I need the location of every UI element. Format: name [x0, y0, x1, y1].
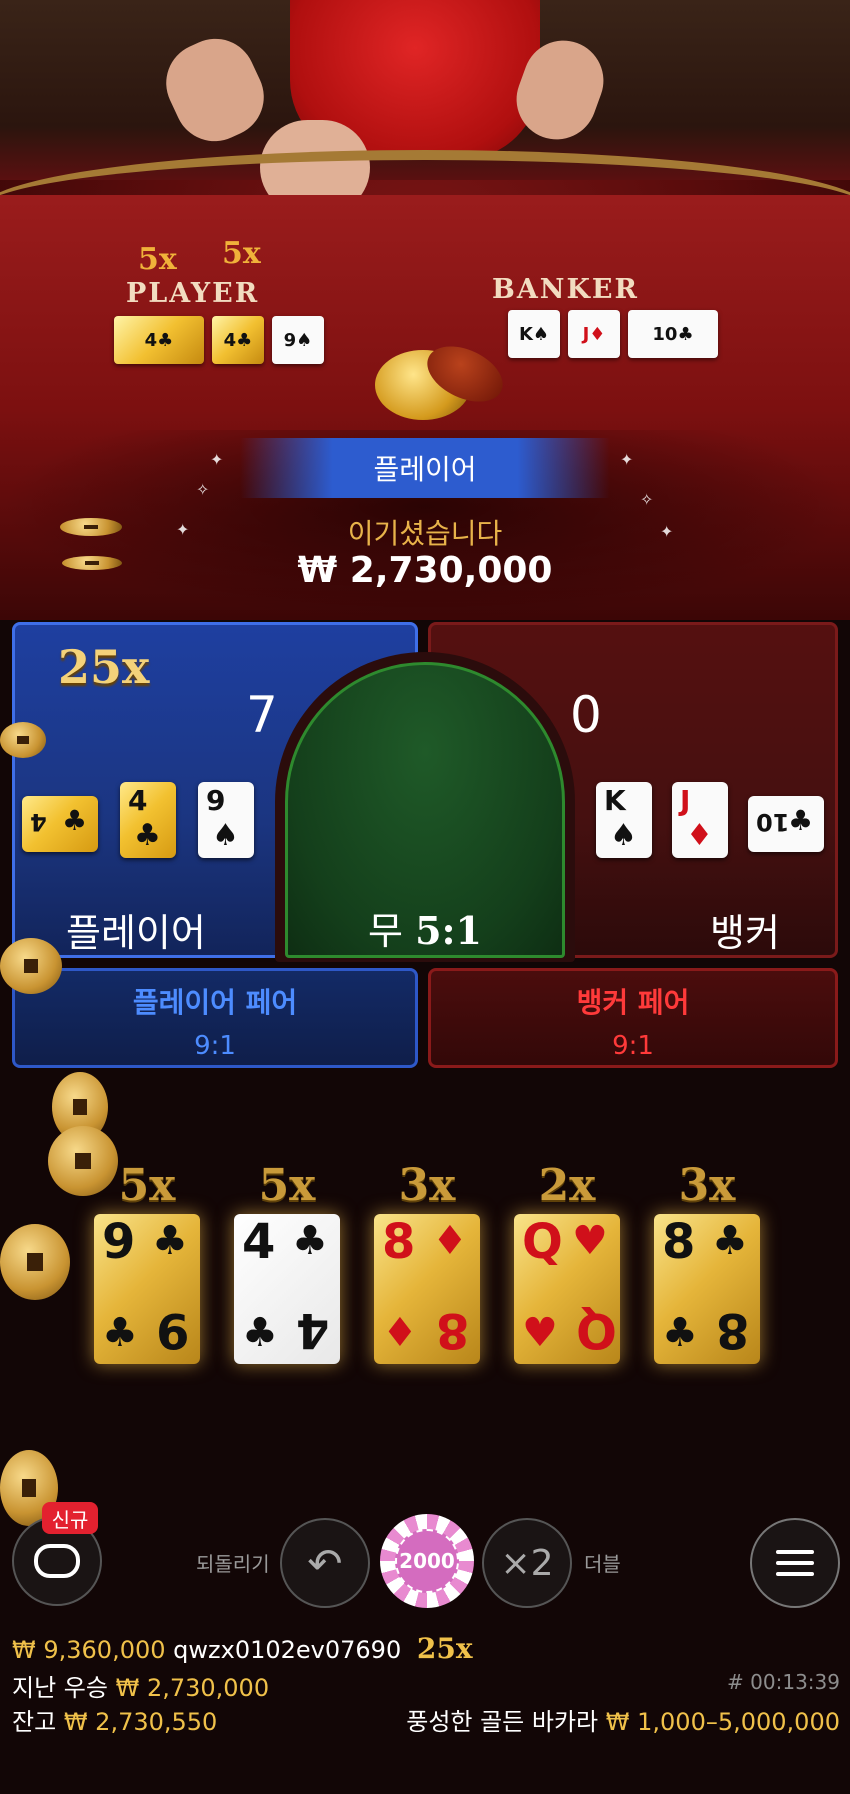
- tie-odds: 5:1: [415, 908, 482, 953]
- lightning-mult: 2x: [538, 1160, 596, 1211]
- balance-amount: ₩ 2,730,550: [63, 1708, 218, 1736]
- coin-icon: [60, 518, 122, 536]
- winner-banner: 플레이어: [240, 438, 610, 498]
- coin-icon: [0, 938, 62, 994]
- balance-label: 잔고: [12, 1708, 57, 1736]
- sparkle-icon: ✧: [640, 490, 654, 509]
- felt-player-mult: 5x: [222, 236, 261, 271]
- coin-icon: [62, 556, 122, 570]
- table-name: 풍성한 골든 바카라: [406, 1708, 599, 1736]
- felt-player-mult: 5x: [138, 242, 177, 277]
- tie-label-text: 무: [368, 909, 403, 953]
- lightning-card: 4 ♣ ♣ 4: [234, 1214, 340, 1364]
- last-win-label: 지난 우승: [12, 1674, 108, 1702]
- undo-button[interactable]: ↶: [280, 1518, 370, 1608]
- win-amount: ₩ 2,730,000: [297, 550, 553, 591]
- lightning-card: 8 ♣ ♣ 8: [654, 1214, 760, 1364]
- table-limits: ₩ 1,000–5,000,000: [605, 1708, 840, 1736]
- undo-label: 되돌리기: [196, 1552, 270, 1576]
- banker-label: 뱅커: [710, 911, 780, 955]
- recent-win-amount: ₩ 9,360,000: [12, 1636, 166, 1664]
- felt-player-label: PLAYER: [126, 278, 260, 309]
- lightning-card: 9 ♣ ♣ 9: [94, 1214, 200, 1364]
- round-timer: # 00:13:39: [727, 1670, 840, 1694]
- lightning-card: 8 ♦ ♦ 8: [374, 1214, 480, 1364]
- balance-line: 잔고 ₩ 2,730,550: [12, 1702, 217, 1737]
- felt-card: K♠: [508, 310, 560, 358]
- player-pair-label: 플레이어 페어: [132, 986, 298, 1019]
- sparkle-icon: ✦: [660, 522, 674, 541]
- player-multiplier: 25x: [58, 640, 150, 694]
- chat-icon: [34, 1544, 80, 1578]
- player-pair-bet-spot[interactable]: 플레이어 페어 9:1: [12, 968, 418, 1068]
- felt-card: 10♣: [628, 310, 718, 358]
- banker-score: 0: [570, 686, 602, 744]
- recent-winner-line: ₩ 9,360,000 qwzx0102ev07690 25x: [12, 1632, 473, 1665]
- table-limits-line[interactable]: 풍성한 골든 바카라 ₩ 1,000–5,000,000: [406, 1702, 840, 1737]
- chip-value: 2000: [395, 1529, 459, 1593]
- chip-selector[interactable]: 2000: [380, 1514, 474, 1608]
- last-win-line: 지난 우승 ₩ 2,730,000: [12, 1668, 269, 1703]
- lightning-mult: 5x: [258, 1160, 316, 1211]
- banker-card: 10 ♣: [748, 796, 824, 852]
- win-message: 이기셨습니다: [347, 517, 503, 550]
- sparkle-icon: ✦: [210, 450, 224, 469]
- new-badge: 신규: [42, 1502, 98, 1534]
- felt-banker-label: BANKER: [492, 274, 639, 305]
- lightning-mult: 3x: [398, 1160, 456, 1211]
- lightning-card: Q ♥ ♥ Q: [514, 1214, 620, 1364]
- coin-icon: [48, 1126, 118, 1196]
- banker-card: K ♠: [596, 782, 652, 858]
- recent-win-mult: 25x: [416, 1632, 473, 1665]
- coin-icon: [0, 1224, 70, 1300]
- felt-card: 4♣: [114, 316, 204, 364]
- felt-card: 4♣: [212, 316, 264, 364]
- banker-pair-bet-spot[interactable]: 뱅커 페어 9:1: [428, 968, 838, 1068]
- player-card: 4 ♣: [120, 782, 176, 858]
- felt-banker-cards: K♠ J♦ 10♣: [508, 310, 718, 358]
- player-card: 4 ♣: [22, 796, 98, 852]
- coin-icon: [0, 722, 46, 758]
- player-label: 플레이어: [66, 911, 206, 955]
- undo-icon: ↶: [307, 1538, 343, 1588]
- last-win-amount: ₩ 2,730,000: [115, 1674, 270, 1702]
- menu-button[interactable]: [750, 1518, 840, 1608]
- lightning-mult: 3x: [678, 1160, 736, 1211]
- double-button[interactable]: ×2: [482, 1518, 572, 1608]
- player-pair-odds: 9:1: [194, 1031, 236, 1061]
- felt-card: J♦: [568, 310, 620, 358]
- felt-card: 9♠: [272, 316, 324, 364]
- banker-pair-odds: 9:1: [612, 1031, 654, 1061]
- sparkle-icon: ✦: [620, 450, 634, 469]
- hamburger-icon: [776, 1550, 814, 1576]
- tie-label: 무 5:1: [285, 900, 565, 955]
- sparkle-icon: ✦: [176, 520, 190, 539]
- banker-pair-label: 뱅커 페어: [576, 986, 690, 1019]
- sparkle-icon: ✧: [196, 480, 210, 499]
- felt-player-cards: 4♣ 4♣ 9♠: [114, 316, 324, 364]
- player-score: 7: [246, 686, 278, 744]
- double-icon: ×2: [500, 1542, 554, 1584]
- banker-card: J ♦: [672, 782, 728, 858]
- recent-win-user: qwzx0102ev07690: [173, 1636, 402, 1664]
- player-card: 9 ♠: [198, 782, 254, 858]
- double-label: 더블: [584, 1552, 621, 1576]
